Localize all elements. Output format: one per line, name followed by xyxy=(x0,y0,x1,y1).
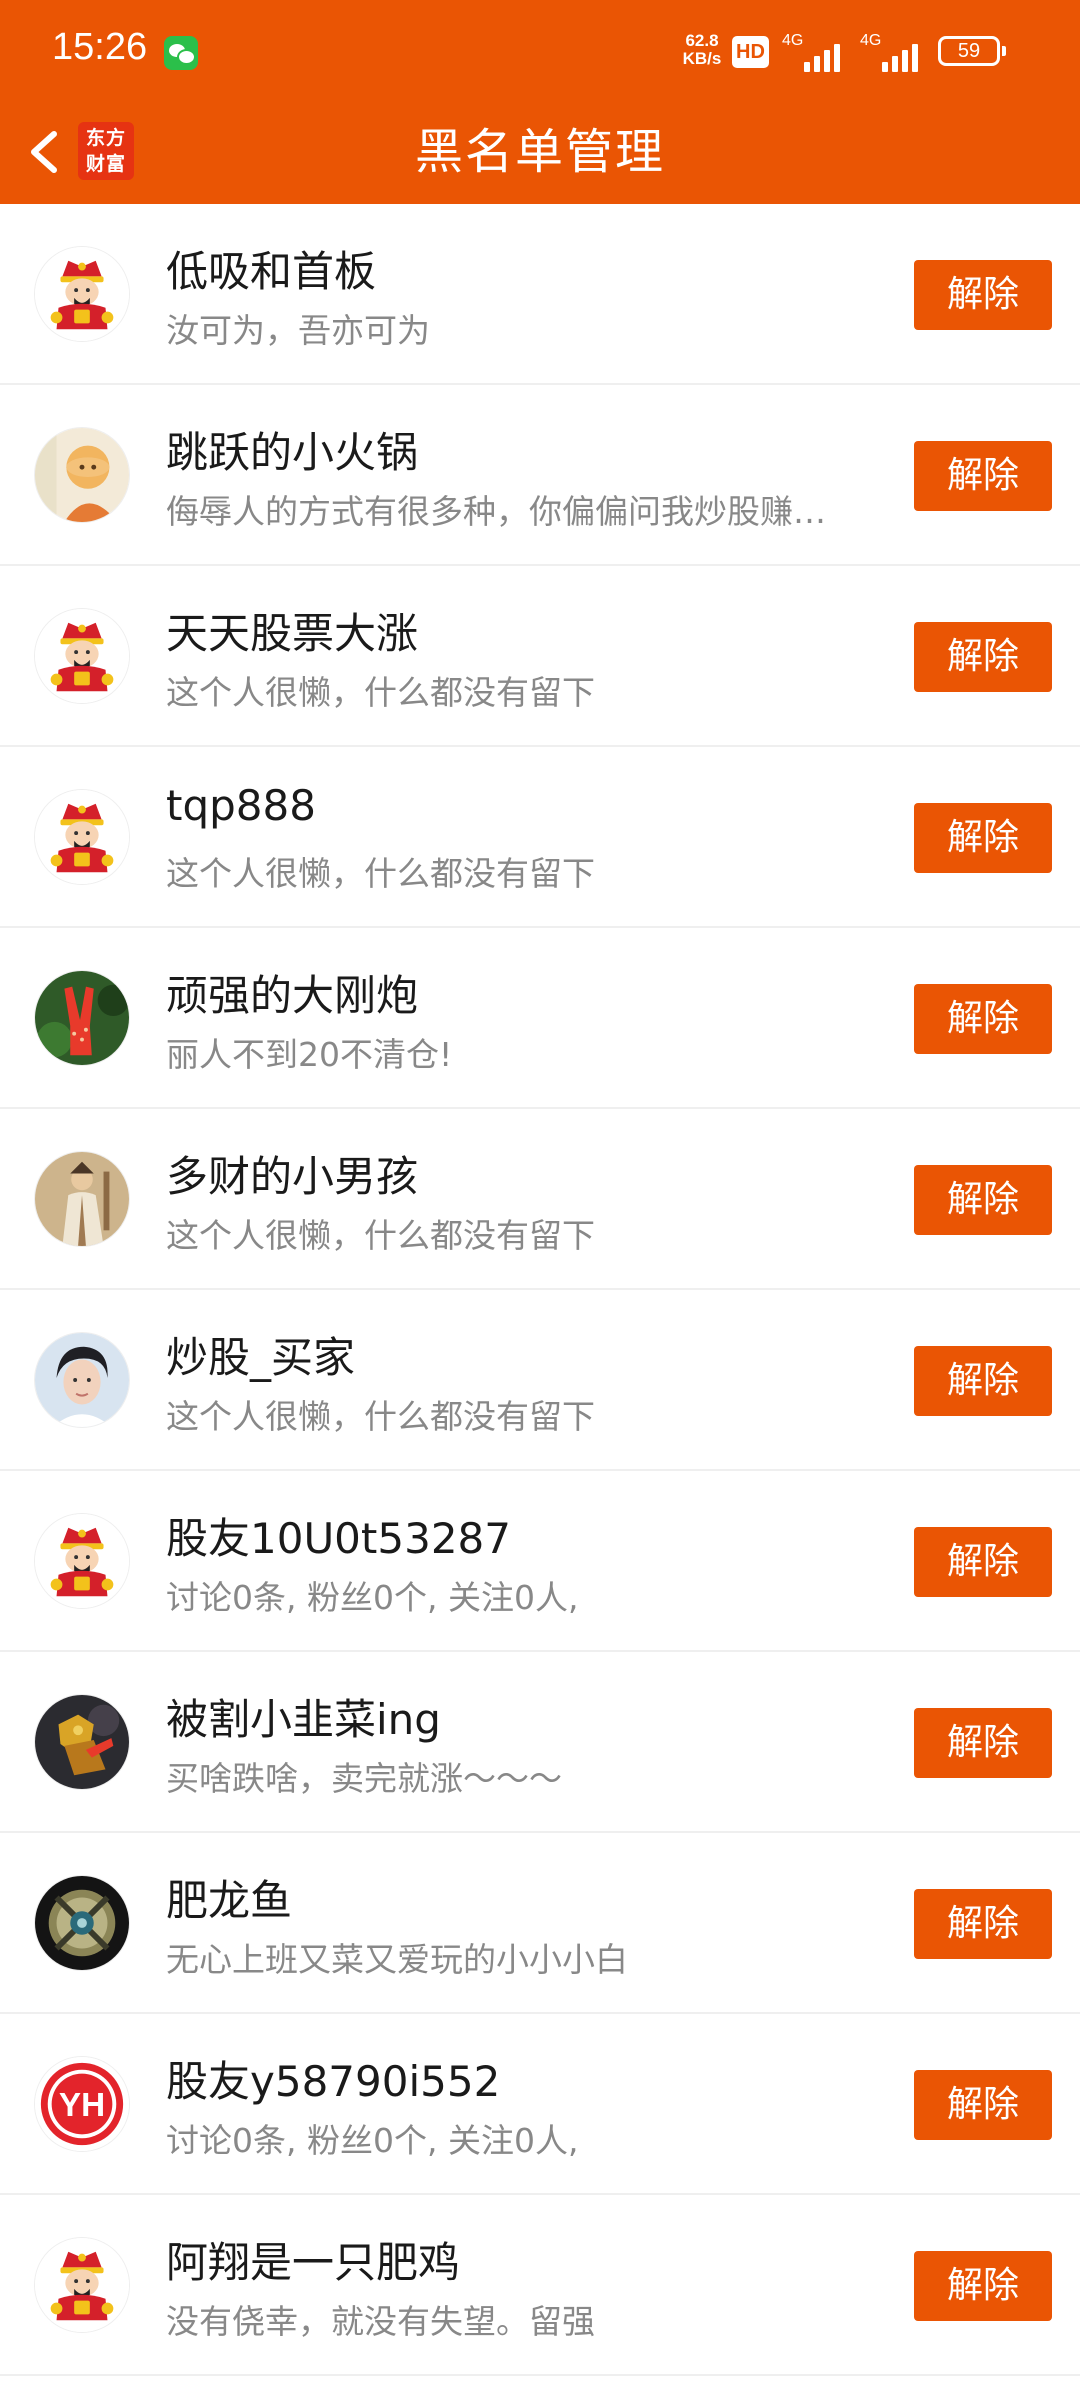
user-bio: 无心上班又菜又爱玩的小小小白 xyxy=(166,1940,628,1979)
user-bio: 侮辱人的方式有很多种，你偏偏问我炒股赚… xyxy=(166,492,826,531)
user-bio: 这个人很懒，什么都没有留下 xyxy=(166,1216,595,1255)
user-name: 肥龙鱼 xyxy=(166,1876,293,1925)
user-bio: 讨论0条, 粉丝0个, 关注0人, xyxy=(166,2121,579,2160)
unblock-button[interactable]: 解除 xyxy=(914,1346,1052,1416)
user-bio: 没有侥幸，就没有失望。留强 xyxy=(166,2302,595,2341)
unblock-button[interactable]: 解除 xyxy=(914,260,1052,330)
avatar[interactable] xyxy=(34,246,130,342)
battery-icon: 59 xyxy=(938,36,1006,66)
status-bar: 15:26 62.8 KB/s HD 4G 4G 59 xyxy=(0,0,1080,100)
user-name: 股友10U0t53287 xyxy=(166,1514,511,1563)
list-item: 顽强的大刚炮 丽人不到20不清仓! 解除 xyxy=(0,928,1080,1109)
blacklist: 低吸和首板 汝可为，吾亦可为 解除 跳跃的小火锅 侮辱人的方式有很多种，你偏偏问… xyxy=(0,204,1080,2376)
wechat-icon xyxy=(164,36,198,70)
list-item: 多财的小男孩 这个人很懒，什么都没有留下 解除 xyxy=(0,1109,1080,1290)
avatar[interactable] xyxy=(34,1875,130,1971)
unblock-button[interactable]: 解除 xyxy=(914,984,1052,1054)
unblock-button[interactable]: 解除 xyxy=(914,622,1052,692)
list-item: 阿翔是一只肥鸡 没有侥幸，就没有失望。留强 解除 xyxy=(0,2195,1080,2376)
user-name: 炒股_买家 xyxy=(166,1333,356,1382)
list-item: tqp888 这个人很懒，什么都没有留下 解除 xyxy=(0,747,1080,928)
list-item: 股友10U0t53287 讨论0条, 粉丝0个, 关注0人, 解除 xyxy=(0,1471,1080,1652)
unblock-button[interactable]: 解除 xyxy=(914,1889,1052,1959)
list-item: 肥龙鱼 无心上班又菜又爱玩的小小小白 解除 xyxy=(0,1833,1080,2014)
app-header: 黑名单管理 东方 财富 xyxy=(0,100,1080,204)
chevron-left-icon xyxy=(31,131,57,173)
user-name: 天天股票大涨 xyxy=(166,609,419,658)
user-bio: 这个人很懒，什么都没有留下 xyxy=(166,1397,595,1436)
avatar[interactable] xyxy=(34,427,130,523)
avatar[interactable] xyxy=(34,1694,130,1790)
list-item: 炒股_买家 这个人很懒，什么都没有留下 解除 xyxy=(0,1290,1080,1471)
unblock-button[interactable]: 解除 xyxy=(914,803,1052,873)
user-name: 多财的小男孩 xyxy=(166,1152,419,1201)
user-name: tqp888 xyxy=(166,781,316,830)
network-type-2: 4G xyxy=(860,32,882,49)
user-name: 顽强的大刚炮 xyxy=(166,971,419,1020)
list-item: 天天股票大涨 这个人很懒，什么都没有留下 解除 xyxy=(0,566,1080,747)
avatar[interactable] xyxy=(34,1513,130,1609)
unblock-button[interactable]: 解除 xyxy=(914,2251,1052,2321)
signal-2-icon: 4G xyxy=(860,32,932,72)
user-bio: 讨论0条, 粉丝0个, 关注0人, xyxy=(166,1578,579,1617)
logo-text-line2: 财富 xyxy=(85,153,126,175)
user-name: 阿翔是一只肥鸡 xyxy=(166,2238,461,2287)
list-item: 被割小韭菜ing 买啥跌啥，卖完就涨～～～ 解除 xyxy=(0,1652,1080,1833)
avatar[interactable]: YH xyxy=(34,2056,130,2152)
page-title: 黑名单管理 xyxy=(414,124,665,180)
unblock-button[interactable]: 解除 xyxy=(914,1708,1052,1778)
network-type-1: 4G xyxy=(782,32,804,49)
hd-voice-icon: HD xyxy=(732,36,769,68)
signal-1-icon: 4G xyxy=(782,32,854,72)
unblock-button[interactable]: 解除 xyxy=(914,1527,1052,1597)
user-bio: 汝可为，吾亦可为 xyxy=(166,311,430,350)
unblock-button[interactable]: 解除 xyxy=(914,441,1052,511)
user-name: 被割小韭菜ing xyxy=(166,1695,441,1744)
user-bio: 这个人很懒，什么都没有留下 xyxy=(166,673,595,712)
status-time: 15:26 xyxy=(52,26,148,68)
network-speed: 62.8 KB/s xyxy=(672,32,732,68)
avatar[interactable] xyxy=(34,970,130,1066)
user-bio: 买啥跌啥，卖完就涨～～～ xyxy=(166,1759,562,1798)
user-name: 跳跃的小火锅 xyxy=(166,428,419,477)
unblock-button[interactable]: 解除 xyxy=(914,2070,1052,2140)
avatar[interactable] xyxy=(34,789,130,885)
back-button[interactable] xyxy=(18,120,78,184)
logo-text-line1: 东方 xyxy=(85,127,126,149)
list-item: 低吸和首板 汝可为，吾亦可为 解除 xyxy=(0,204,1080,385)
user-bio: 这个人很懒，什么都没有留下 xyxy=(166,854,595,893)
list-item: YH 股友y58790i552 讨论0条, 粉丝0个, 关注0人, 解除 xyxy=(0,2014,1080,2195)
yh-logo-text: YH xyxy=(59,2087,105,2124)
user-name: 低吸和首板 xyxy=(166,247,377,296)
network-speed-unit: KB/s xyxy=(682,49,722,68)
avatar[interactable] xyxy=(34,2237,130,2333)
avatar[interactable] xyxy=(34,1151,130,1247)
avatar[interactable] xyxy=(34,1332,130,1428)
network-speed-value: 62.8 xyxy=(685,31,719,50)
user-name: 股友y58790i552 xyxy=(166,2057,501,2106)
user-bio: 丽人不到20不清仓! xyxy=(166,1035,453,1074)
unblock-button[interactable]: 解除 xyxy=(914,1165,1052,1235)
avatar[interactable] xyxy=(34,608,130,704)
list-item: 跳跃的小火锅 侮辱人的方式有很多种，你偏偏问我炒股赚… 解除 xyxy=(0,385,1080,566)
app-logo: 东方 财富 xyxy=(78,122,134,180)
